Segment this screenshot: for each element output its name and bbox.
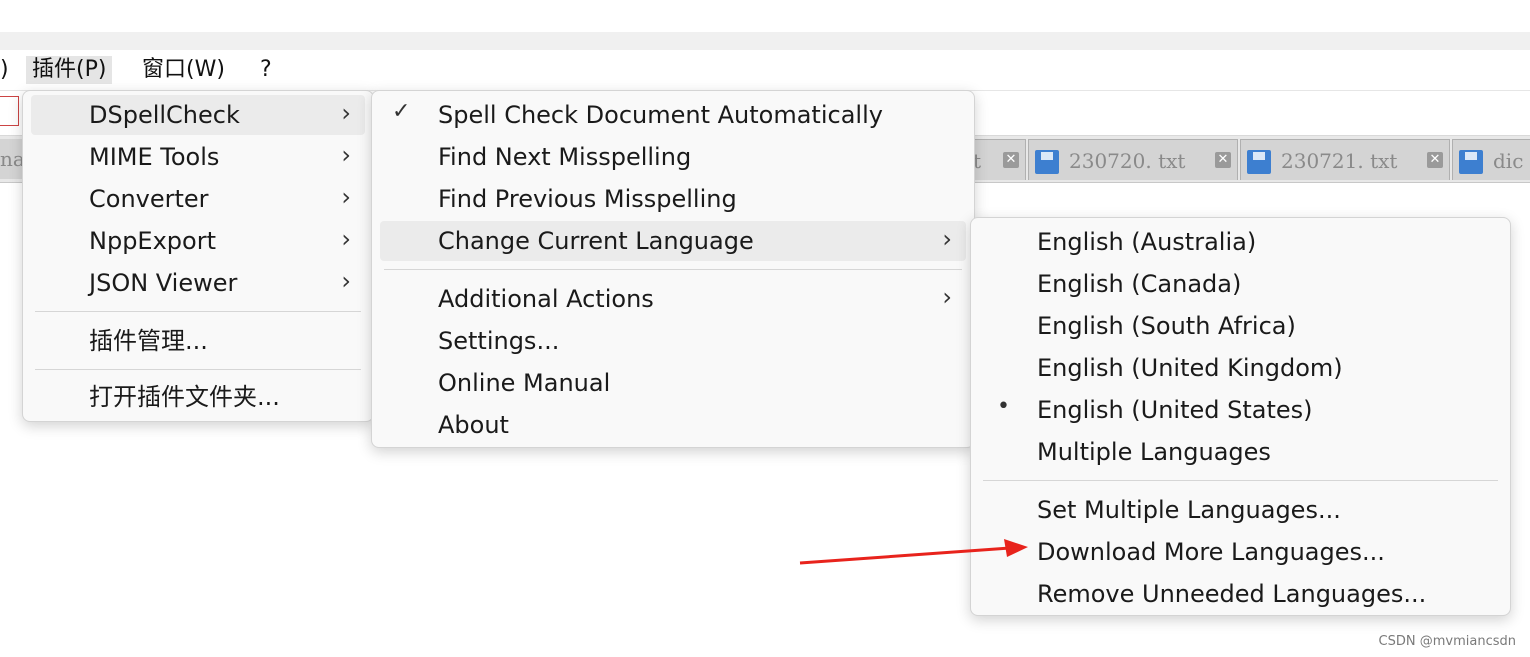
- annotation-arrow-head: [1004, 539, 1028, 557]
- annotation-arrow-shaft: [799, 546, 1011, 565]
- watermark: CSDN @mvmiancsdn: [1378, 634, 1516, 649]
- annotation-arrow: [799, 539, 1028, 565]
